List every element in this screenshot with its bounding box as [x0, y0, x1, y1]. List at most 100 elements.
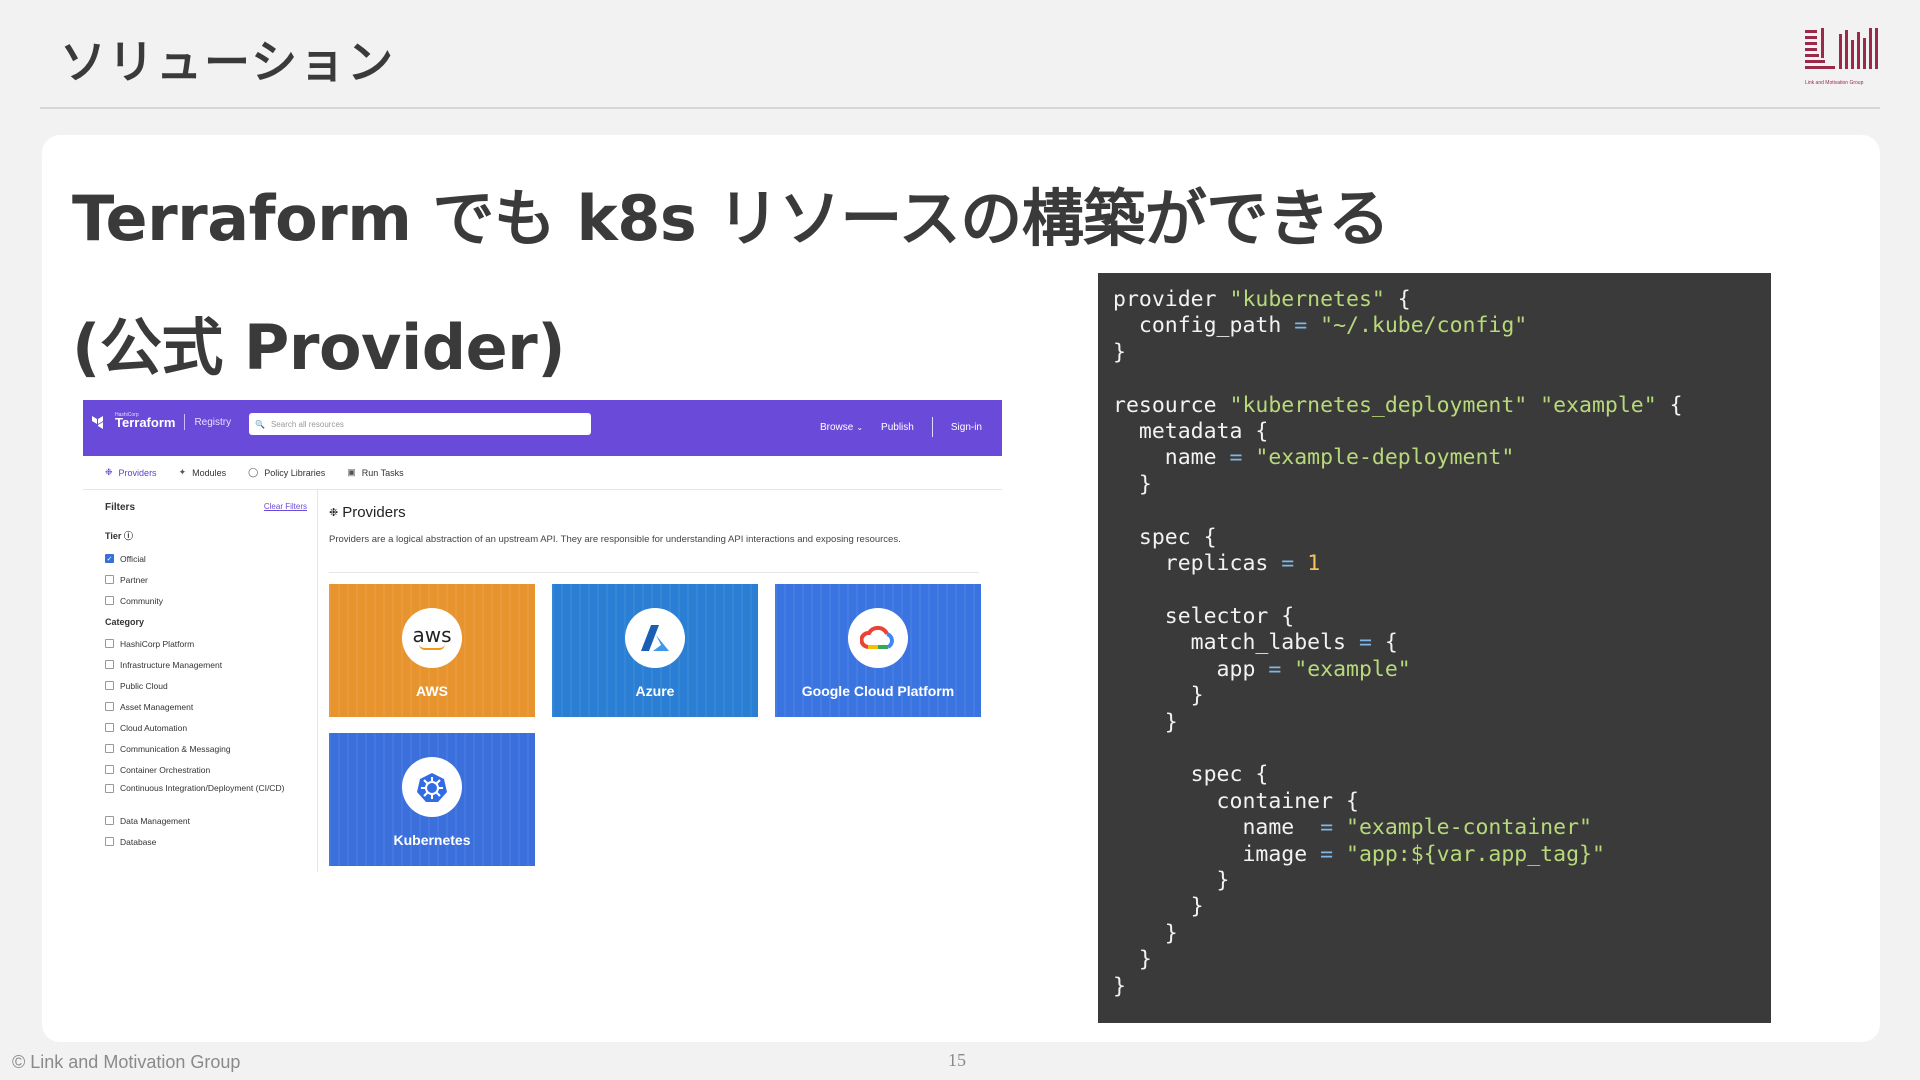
code-line: }	[1113, 683, 1204, 709]
chevron-down-icon: ⌄	[856, 422, 864, 432]
code-line: name = "example-deployment"	[1113, 445, 1515, 471]
code-line: }	[1113, 947, 1152, 973]
filter-label: Partner	[120, 574, 148, 585]
provider-icon: ❉	[329, 507, 339, 519]
gcp-logo-icon	[848, 608, 908, 668]
header-divider	[40, 107, 1880, 109]
run-task-icon: ▣	[347, 467, 356, 477]
filter-label: Container Orchestration	[120, 764, 211, 775]
aws-logo-icon: aws	[402, 608, 462, 668]
tier-filter-official[interactable]: ✓ Official	[105, 548, 307, 569]
browse-menu[interactable]: Browse ⌄	[820, 422, 863, 433]
tab-modules[interactable]: ✦ Modules	[179, 467, 227, 478]
registry-top-nav: Browse ⌄ Publish Sign-in	[820, 417, 982, 437]
logo-caption: Link and Motivation Group	[1805, 80, 1864, 86]
checkbox[interactable]	[105, 765, 114, 774]
signin-link[interactable]: Sign-in	[951, 422, 982, 433]
checkbox[interactable]	[105, 575, 114, 584]
registry-brand[interactable]: HashiCorp Terraform Registry	[91, 412, 231, 430]
filter-label: Community	[120, 595, 163, 606]
checkbox[interactable]	[105, 744, 114, 753]
code-line: spec {	[1113, 762, 1269, 788]
filter-label: Infrastructure Management	[120, 659, 223, 670]
code-line: }	[1113, 867, 1230, 893]
checkbox-checked[interactable]: ✓	[105, 554, 114, 563]
filters-header: Filters Clear Filters	[105, 502, 307, 513]
category-filter[interactable]: Cloud Automation	[105, 717, 307, 738]
tier-filter-partner[interactable]: Partner	[105, 569, 307, 590]
category-filter[interactable]: Database	[105, 831, 307, 852]
tab-label: Policy Libraries	[264, 467, 326, 478]
azure-logo-icon	[625, 608, 685, 668]
clear-filters-link[interactable]: Clear Filters	[264, 502, 307, 513]
tab-providers[interactable]: ❉ Providers	[105, 467, 157, 478]
code-line: image = "app:${var.app_tag}"	[1113, 841, 1605, 867]
tab-policy-libraries[interactable]: ◯ Policy Libraries	[248, 467, 325, 478]
category-filter[interactable]: Container Orchestration	[105, 759, 307, 780]
code-line: app = "example"	[1113, 656, 1411, 682]
category-filter[interactable]: Public Cloud	[105, 675, 307, 696]
code-line: config_path = "~/.kube/config"	[1113, 313, 1528, 339]
code-line: selector {	[1113, 603, 1295, 629]
provider-tile-aws[interactable]: aws AWS	[329, 584, 535, 717]
tier-filter-community[interactable]: Community	[105, 590, 307, 611]
checkbox[interactable]	[105, 723, 114, 732]
kubernetes-logo-icon	[402, 757, 462, 817]
providers-description: Providers are a logical abstraction of a…	[329, 534, 901, 545]
registry-search[interactable]: 🔍 Search all resources	[249, 413, 591, 435]
checkbox[interactable]	[105, 784, 114, 793]
registry-tabs: ❉ Providers ✦ Modules ◯ Policy Libraries…	[83, 456, 1002, 490]
category-filter[interactable]: Communication & Messaging	[105, 738, 307, 759]
category-filter[interactable]: Data Management	[105, 810, 307, 831]
filter-label: Cloud Automation	[120, 722, 188, 733]
filter-label: Communication & Messaging	[120, 743, 231, 754]
code-line: }	[1113, 973, 1126, 999]
category-filter[interactable]: HashiCorp Platform	[105, 633, 307, 654]
providers-title: Providers	[342, 504, 406, 521]
filters-title: Filters	[105, 502, 136, 513]
brand-small-text: HashiCorp	[115, 412, 139, 418]
provider-name: AWS	[416, 683, 448, 699]
code-line: match_labels = {	[1113, 630, 1398, 656]
main-divider	[329, 572, 979, 573]
checkbox[interactable]	[105, 596, 114, 605]
category-filter[interactable]: Continuous Integration/Deployment (CI/CD…	[105, 780, 307, 810]
providers-heading: ❉ Providers	[329, 504, 406, 521]
registry-top-bar: HashiCorp Terraform Registry 🔍 Search al…	[83, 400, 1002, 456]
code-line: }	[1113, 894, 1204, 920]
category-filter[interactable]: Asset Management	[105, 696, 307, 717]
registry-screenshot: HashiCorp Terraform Registry 🔍 Search al…	[83, 400, 1002, 872]
nav-separator	[931, 417, 933, 437]
checkbox[interactable]	[105, 681, 114, 690]
code-line: }	[1113, 339, 1126, 365]
provider-tile-azure[interactable]: Azure	[552, 584, 758, 717]
tab-run-tasks[interactable]: ▣ Run Tasks	[347, 467, 403, 478]
provider-tile-gcp[interactable]: Google Cloud Platform	[775, 584, 981, 717]
provider-name: Kubernetes	[393, 832, 471, 848]
provider-name: Google Cloud Platform	[801, 683, 955, 699]
provider-tile-kubernetes[interactable]: Kubernetes	[329, 733, 535, 866]
publish-link[interactable]: Publish	[881, 422, 914, 433]
code-line: name = "example-container"	[1113, 815, 1592, 841]
headline-line-1: Terraform でも k8s リソースの構築ができる	[72, 182, 1390, 255]
checkbox[interactable]	[105, 660, 114, 669]
checkbox[interactable]	[105, 702, 114, 711]
code-content: provider "kubernetes" { config_path = "~…	[1113, 287, 1771, 1000]
filter-label: HashiCorp Platform	[120, 638, 195, 649]
provider-icon: ❉	[105, 467, 113, 477]
checkbox[interactable]	[105, 837, 114, 846]
category-filter[interactable]: Infrastructure Management	[105, 654, 307, 675]
terraform-logo-icon	[92, 416, 103, 429]
tab-label: Providers	[118, 467, 157, 478]
checkbox[interactable]	[105, 639, 114, 648]
code-line: }	[1113, 471, 1152, 497]
filter-label: Asset Management	[120, 701, 194, 712]
code-line: resource "kubernetes_deployment" "exampl…	[1113, 392, 1683, 418]
footer-copyright: © Link and Motivation Group	[12, 1052, 241, 1072]
checkbox[interactable]	[105, 816, 114, 825]
browse-label: Browse	[819, 421, 854, 433]
filter-label: Database	[120, 836, 157, 847]
page-number: 15	[948, 1050, 966, 1070]
category-section-label: Category	[105, 617, 145, 627]
shield-icon: ◯	[248, 467, 259, 477]
